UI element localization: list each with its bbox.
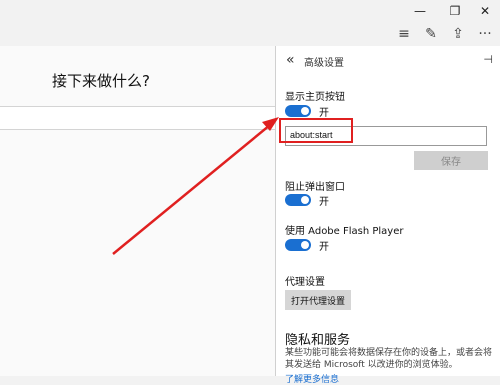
annotation-arrow	[112, 117, 279, 255]
